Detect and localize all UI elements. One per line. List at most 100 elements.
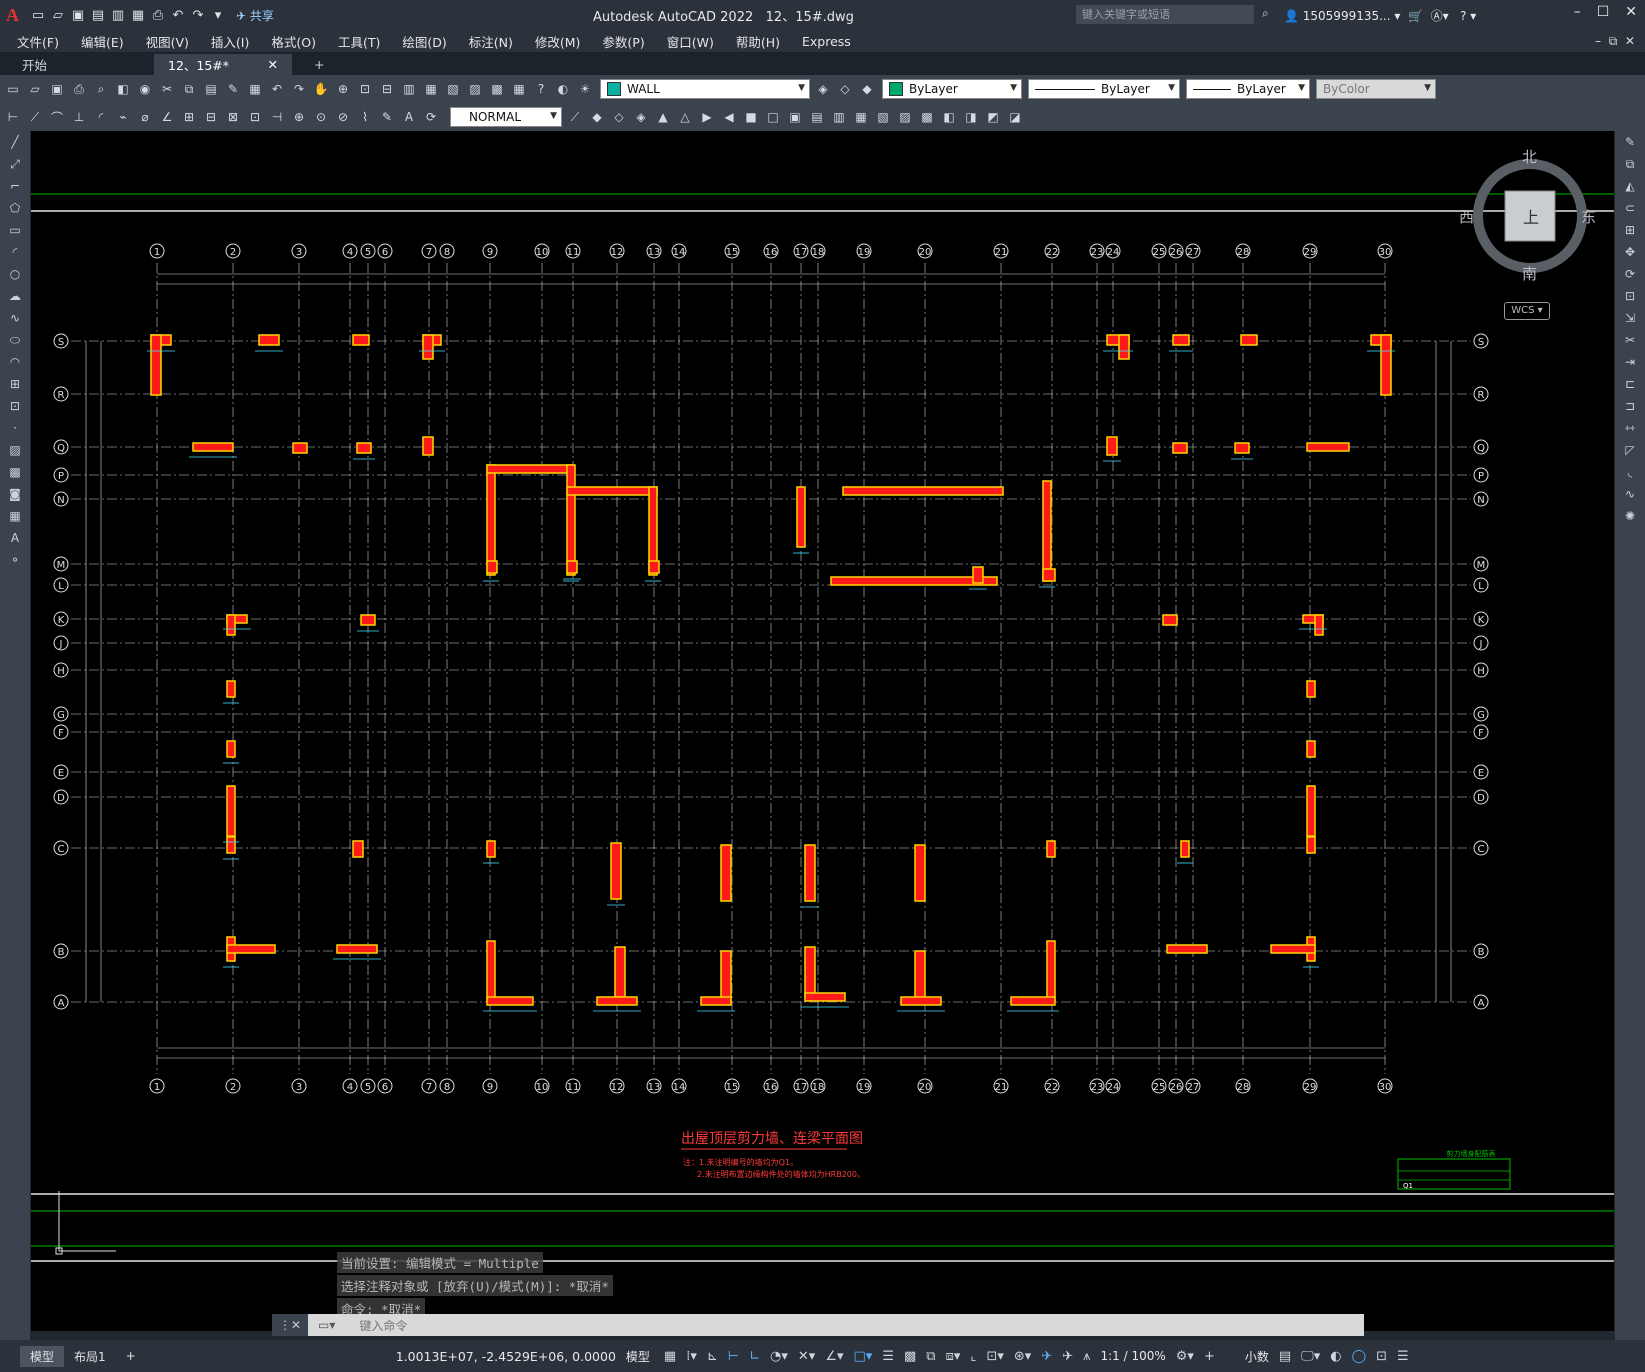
isolate-objects-icon[interactable]: ◐	[1330, 1349, 1341, 1364]
viewcube-north[interactable]: 北	[1522, 146, 1537, 167]
drawing-canvas[interactable]: 1 1 2 2 3 3 4 4 5 5 6 6 7 7 8 8 9 9 10 10 11 11 12 12 13 13 14 14 15…	[31, 131, 1614, 1331]
menu-parametric[interactable]: 参数(P)	[591, 32, 655, 51]
tool-c-icon[interactable]: ◈	[632, 108, 650, 126]
new-file-icon[interactable]: ▭	[30, 7, 46, 23]
revcloud-icon[interactable]: ☁	[5, 289, 25, 307]
help-icon[interactable]: ?	[532, 80, 550, 98]
ortho-icon[interactable]: ∟	[749, 1349, 760, 1364]
workspace-icon[interactable]: ⚙▾	[1176, 1349, 1194, 1364]
tool-i-icon[interactable]: □	[764, 108, 782, 126]
layer-state-icon[interactable]: ☀	[576, 80, 594, 98]
close-tab-icon[interactable]: ✕	[268, 57, 278, 72]
stretch-icon[interactable]: ⇲	[1620, 311, 1640, 329]
tool-b-icon[interactable]: ◇	[610, 108, 628, 126]
lineweight-dropdown[interactable]: ByLayer ▼	[1186, 79, 1310, 99]
copy-object-icon[interactable]: ⧉	[1620, 157, 1640, 175]
polyline-icon[interactable]: ⌐	[5, 179, 25, 197]
recent-commands-icon[interactable]: ▭▾	[318, 1318, 335, 1332]
dim-jogged-icon[interactable]: ⌁	[114, 108, 132, 126]
wcs-menu[interactable]: WCS ▾	[1504, 302, 1550, 320]
mirror-icon[interactable]: ◭	[1620, 179, 1640, 197]
3d-osnap-icon[interactable]: ⧈▾	[946, 1349, 961, 1364]
region-icon[interactable]: ◙	[5, 487, 25, 505]
make-block-icon[interactable]: ⊡	[5, 399, 25, 417]
scale-icon[interactable]: ⊡	[1620, 289, 1640, 307]
add-selected-icon[interactable]: ⚬	[5, 553, 25, 571]
undo-icon[interactable]: ↶	[170, 7, 186, 23]
tool-t-icon[interactable]: ◪	[1006, 108, 1024, 126]
circle-icon[interactable]: ○	[5, 267, 25, 285]
clean-screen-icon[interactable]: ⊡	[1376, 1349, 1387, 1364]
viewcube-west[interactable]: 西	[1459, 206, 1474, 227]
table-icon[interactable]: ▦	[5, 509, 25, 527]
annotation-visibility-icon[interactable]: ✈	[1041, 1349, 1052, 1364]
tool-l-icon[interactable]: ▥	[830, 108, 848, 126]
annotation-scale-icon[interactable]: ⩚	[1083, 1349, 1090, 1364]
add-layout-button[interactable]: +	[116, 1347, 146, 1365]
menu-view[interactable]: 视图(V)	[135, 32, 200, 51]
menu-insert[interactable]: 插入(I)	[200, 32, 260, 51]
zoom-window-icon[interactable]: ⊡	[356, 80, 374, 98]
matchprop-icon[interactable]: ✎	[224, 80, 242, 98]
ellipse-icon[interactable]: ⬭	[5, 333, 25, 351]
tool-a-icon[interactable]: ◆	[588, 108, 606, 126]
break-point-icon[interactable]: ⊏	[1620, 377, 1640, 395]
preview-icon[interactable]: ⌕	[92, 80, 110, 98]
new-tab-button[interactable]: +	[300, 54, 338, 75]
gizmo-icon[interactable]: ⊛▾	[1014, 1349, 1031, 1364]
object-snap-tracking-icon[interactable]: ∠▾	[825, 1349, 843, 1364]
tool-f-icon[interactable]: ▶	[698, 108, 716, 126]
point-icon[interactable]: ·	[5, 421, 25, 439]
command-line-close-icon[interactable]: ⋮✕ 🔧	[272, 1314, 308, 1354]
save-icon[interactable]: ▣	[70, 7, 86, 23]
dim-continue-icon[interactable]: ⊠	[224, 108, 242, 126]
tool-j-icon[interactable]: ▣	[786, 108, 804, 126]
menu-express[interactable]: Express	[791, 34, 862, 49]
fillet-icon[interactable]: ◟	[1620, 465, 1640, 483]
dim-radius-icon[interactable]: ◜	[92, 108, 110, 126]
layer-properties-icon[interactable]: ◐	[554, 80, 572, 98]
viewcube-south[interactable]: 南	[1522, 263, 1537, 284]
dim-diameter-icon[interactable]: ⌀	[136, 108, 154, 126]
offset-icon[interactable]: ⊂	[1620, 201, 1640, 219]
command-line[interactable]: ⋮✕ 🔧 ▭▾ 键入命令	[272, 1314, 1364, 1354]
quick-properties-icon[interactable]: ▤	[1279, 1349, 1291, 1364]
mtext-icon[interactable]: A	[5, 531, 25, 549]
dim-break-icon[interactable]: ⊣	[268, 108, 286, 126]
save-icon[interactable]: ▣	[48, 80, 66, 98]
grid-icon[interactable]: ▦	[664, 1349, 676, 1364]
tool-d-icon[interactable]: ▲	[654, 108, 672, 126]
break-icon[interactable]: ⊐	[1620, 399, 1640, 417]
hardware-acceleration-icon[interactable]: ◯	[1352, 1349, 1367, 1364]
extend-icon[interactable]: ⇥	[1620, 355, 1640, 373]
ellipse-arc-icon[interactable]: ◠	[5, 355, 25, 373]
rectangle-icon[interactable]: ▭	[5, 223, 25, 241]
menu-help[interactable]: 帮助(H)	[725, 32, 791, 51]
publish-icon[interactable]: ◧	[114, 80, 132, 98]
gradient-icon[interactable]: ▩	[5, 465, 25, 483]
menu-format[interactable]: 格式(O)	[260, 32, 327, 51]
menu-file[interactable]: 文件(F)	[6, 32, 70, 51]
infer-icon[interactable]: ⊾	[707, 1349, 718, 1364]
viewcube-east[interactable]: 东	[1581, 206, 1596, 227]
layer-dropdown[interactable]: WALL ▼	[600, 79, 810, 99]
open-icon[interactable]: ▱	[26, 80, 44, 98]
center-mark-icon[interactable]: ⊙	[312, 108, 330, 126]
dim-edit-icon[interactable]: ✎	[378, 108, 396, 126]
menu-modify[interactable]: 修改(M)	[524, 32, 592, 51]
dimstyle-dropdown[interactable]: NORMAL ▼	[450, 107, 562, 127]
tool-g-icon[interactable]: ◀	[720, 108, 738, 126]
dim-arc-icon[interactable]: ⌒	[48, 108, 66, 126]
tool-s-icon[interactable]: ◩	[984, 108, 1002, 126]
tool-n-icon[interactable]: ▧	[874, 108, 892, 126]
dimstyle-manager-icon[interactable]: ⟋	[566, 108, 584, 126]
tolerance-icon[interactable]: ⊕	[290, 108, 308, 126]
viewcube-top[interactable]: 上	[1523, 204, 1539, 228]
zoom-previous-icon[interactable]: ⊟	[378, 80, 396, 98]
calculator-icon[interactable]: ▦	[510, 80, 528, 98]
tool-k-icon[interactable]: ▤	[808, 108, 826, 126]
save-to-web-icon[interactable]: ▦	[130, 7, 146, 23]
erase-icon[interactable]: ✎	[1620, 135, 1640, 153]
customize-dropdown-icon[interactable]: ▾	[210, 7, 226, 23]
hatch-icon[interactable]: ▨	[5, 443, 25, 461]
